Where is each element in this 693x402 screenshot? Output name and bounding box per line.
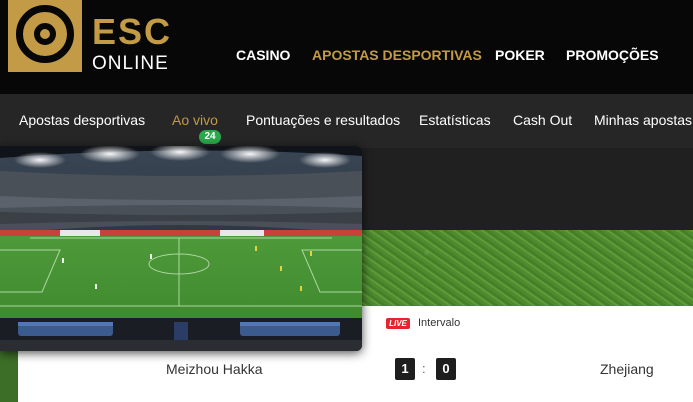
topnav-promocoes[interactable]: PROMOÇÕES — [566, 46, 659, 64]
live-icon: LIVE — [386, 318, 410, 329]
logo-ring-inner — [34, 23, 56, 45]
stadium-video-icon — [0, 146, 362, 351]
subnav-minhas-apostas[interactable]: Minhas apostas — [594, 111, 692, 129]
live-video-preview[interactable] — [0, 146, 362, 351]
match-status: Intervalo — [418, 317, 461, 329]
topnav-poker[interactable]: POKER — [495, 46, 545, 64]
grass-banner — [360, 230, 693, 306]
subnav-estatisticas[interactable]: Estatísticas — [419, 111, 491, 129]
grass-edge — [0, 348, 18, 402]
score-separator: : — [422, 361, 426, 376]
sub-navigation: Apostas desportivas Ao vivo 24 Pontuaçõe… — [0, 94, 693, 148]
logo-text-esc[interactable]: ESC — [92, 14, 172, 50]
topnav-casino[interactable]: CASINO — [236, 46, 290, 64]
home-score: 1 — [395, 358, 415, 380]
live-count-badge: 24 — [199, 130, 221, 144]
topnav-apostas-desportivas[interactable]: APOSTAS DESPORTIVAS — [312, 46, 482, 64]
subnav-pontuacoes-resultados[interactable]: Pontuações e resultados — [246, 111, 400, 129]
home-team[interactable]: Meizhou Hakka — [166, 361, 263, 378]
away-score: 0 — [436, 358, 456, 380]
logo-icon[interactable] — [8, 0, 82, 72]
top-header: ESC ONLINE CASINO APOSTAS DESPORTIVAS PO… — [0, 0, 693, 94]
subnav-cash-out[interactable]: Cash Out — [513, 111, 572, 129]
subnav-apostas-desportivas[interactable]: Apostas desportivas — [19, 111, 145, 129]
away-team[interactable]: Zhejiang — [600, 361, 654, 378]
logo-text-online[interactable]: ONLINE — [92, 54, 169, 74]
subnav-ao-vivo[interactable]: Ao vivo — [172, 111, 218, 129]
